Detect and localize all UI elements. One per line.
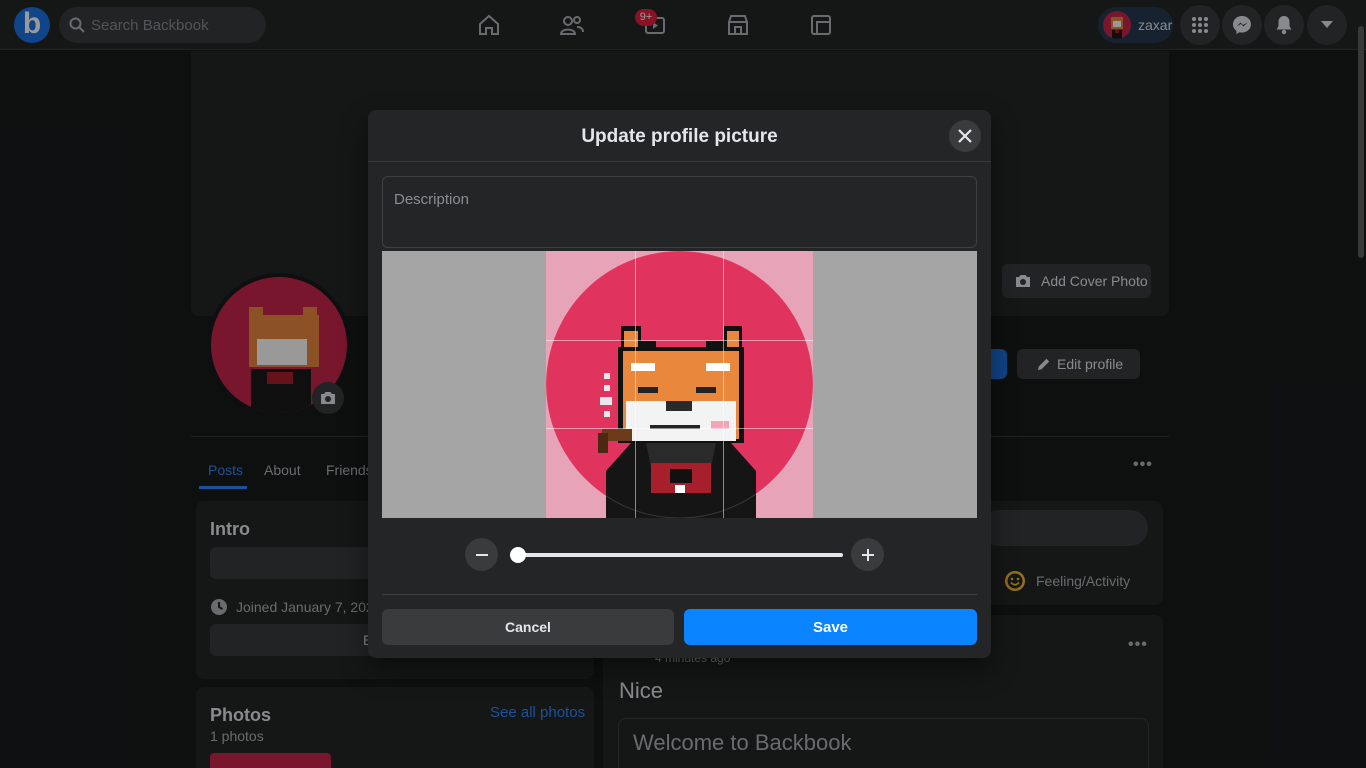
crop-grid-line [723, 251, 724, 518]
dialog-title: Update profile picture [581, 126, 778, 147]
update-profile-picture-dialog: Update profile picture Description Cance… [368, 110, 991, 658]
minus-icon [475, 553, 488, 556]
dialog-footer-divider [382, 594, 977, 595]
close-dialog-button[interactable] [949, 120, 981, 152]
zoom-out-button[interactable] [465, 538, 498, 571]
plus-icon [861, 548, 874, 561]
crop-grid-line [546, 340, 813, 341]
crop-grid-line [546, 428, 813, 429]
description-input[interactable] [382, 176, 977, 248]
cancel-button[interactable]: Cancel [382, 609, 674, 645]
zoom-slider[interactable] [510, 547, 843, 563]
crop-grid-line [635, 251, 636, 518]
crop-image [546, 251, 813, 518]
zoom-slider-thumb[interactable] [510, 547, 526, 563]
save-button[interactable]: Save [684, 609, 977, 645]
shiba-avatar-image [546, 251, 813, 518]
zoom-in-button[interactable] [851, 538, 884, 571]
image-crop-area[interactable] [382, 251, 977, 518]
close-icon [958, 129, 972, 143]
dialog-divider [368, 161, 991, 162]
